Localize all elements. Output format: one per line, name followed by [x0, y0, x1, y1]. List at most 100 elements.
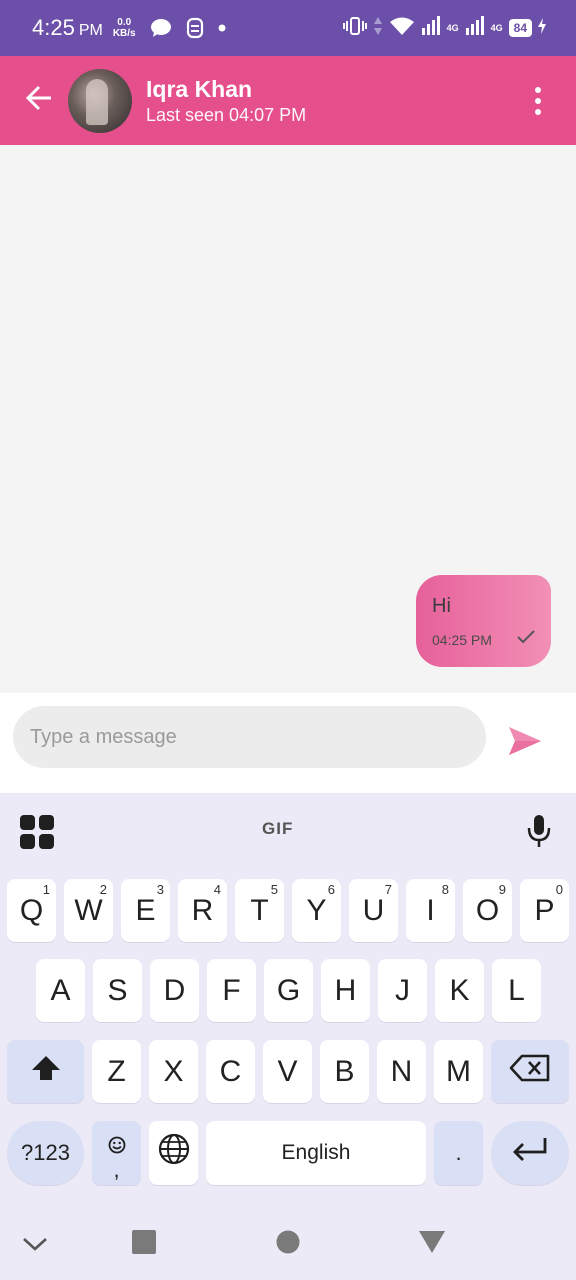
- key-c[interactable]: C: [206, 1040, 255, 1103]
- signal-2-icon: [465, 15, 485, 41]
- navigation-bar: [0, 1210, 576, 1280]
- key-number: 8: [441, 882, 449, 897]
- key-label: ?123: [21, 1140, 70, 1165]
- key-label: L: [508, 973, 525, 1007]
- emoji-comma-key[interactable]: ,: [92, 1121, 141, 1185]
- key-label: G: [276, 973, 301, 1007]
- key-number: 2: [99, 882, 107, 897]
- key-s[interactable]: S: [93, 959, 142, 1022]
- chevron-down-icon[interactable]: [22, 1236, 48, 1257]
- space-key[interactable]: English: [206, 1121, 426, 1185]
- key-label: F: [222, 973, 241, 1007]
- key-label: Y: [306, 893, 327, 927]
- key-j[interactable]: J: [378, 959, 427, 1022]
- key-label: T: [250, 893, 269, 927]
- shift-icon: [31, 1054, 61, 1090]
- status-time: 4:25 PM: [32, 15, 103, 41]
- language-key[interactable]: [149, 1121, 198, 1185]
- check-icon: [517, 630, 535, 649]
- key-e[interactable]: E3: [121, 879, 170, 942]
- key-label: O: [475, 893, 500, 927]
- key-u[interactable]: U7: [349, 879, 398, 942]
- key-label: U: [362, 893, 385, 927]
- contact-info[interactable]: Iqra Khan Last seen 04:07 PM: [146, 75, 306, 127]
- more-options-button[interactable]: [524, 84, 552, 118]
- charging-icon: [538, 17, 546, 39]
- keyboard-toolbar: GIF: [0, 793, 576, 871]
- key-label: ,: [113, 1157, 120, 1182]
- message-input[interactable]: [13, 706, 486, 768]
- chat-notification-icon: [150, 18, 172, 38]
- key-number: 3: [156, 882, 164, 897]
- key-d[interactable]: D: [150, 959, 199, 1022]
- battery-level: 84: [508, 19, 532, 37]
- keyboard: GIF Q1 W2 E3 R4 T5 Y6 U7 I8 O9 P0 A S D …: [0, 793, 576, 1280]
- send-button[interactable]: [503, 723, 547, 763]
- last-seen-status: Last seen 04:07 PM: [146, 104, 307, 125]
- send-icon: [507, 725, 543, 762]
- key-label: P: [534, 893, 555, 927]
- key-t[interactable]: T5: [235, 879, 284, 942]
- symbols-key[interactable]: ?123: [7, 1121, 84, 1185]
- key-label: C: [219, 1054, 242, 1088]
- key-number: 5: [270, 882, 278, 897]
- backspace-icon: [509, 1053, 551, 1091]
- recents-square-icon[interactable]: [132, 1230, 156, 1259]
- key-k[interactable]: K: [435, 959, 484, 1022]
- apps-grid-icon[interactable]: [20, 815, 54, 849]
- home-circle-icon[interactable]: [276, 1230, 300, 1259]
- key-z[interactable]: Z: [92, 1040, 141, 1103]
- signal-2-label: 4G: [490, 23, 503, 33]
- key-n[interactable]: N: [377, 1040, 426, 1103]
- key-a[interactable]: A: [36, 959, 85, 1022]
- key-number: 1: [42, 882, 50, 897]
- key-v[interactable]: V: [263, 1040, 312, 1103]
- shift-key[interactable]: [7, 1040, 84, 1103]
- key-x[interactable]: X: [149, 1040, 198, 1103]
- key-g[interactable]: G: [264, 959, 313, 1022]
- key-o[interactable]: O9: [463, 879, 512, 942]
- avatar[interactable]: [68, 68, 132, 133]
- gif-button[interactable]: GIF: [262, 819, 293, 839]
- key-h[interactable]: H: [321, 959, 370, 1022]
- notification-dot-icon: [218, 24, 226, 32]
- key-y[interactable]: Y6: [292, 879, 341, 942]
- key-label: J: [395, 973, 410, 1007]
- key-q[interactable]: Q1: [7, 879, 56, 942]
- key-number: 9: [498, 882, 506, 897]
- chat-area[interactable]: Hi 04:25 PM: [0, 145, 576, 693]
- key-r[interactable]: R4: [178, 879, 227, 942]
- key-number: 7: [384, 882, 392, 897]
- more-vertical-icon-dot: [535, 98, 541, 104]
- key-w[interactable]: W2: [64, 879, 113, 942]
- key-label: M: [446, 1054, 471, 1088]
- status-time-value: 4:25: [32, 15, 75, 40]
- key-l[interactable]: L: [492, 959, 541, 1022]
- key-m[interactable]: M: [434, 1040, 483, 1103]
- message-time: 04:25 PM: [432, 631, 492, 648]
- message-bubble-outgoing[interactable]: Hi 04:25 PM: [416, 575, 551, 667]
- period-key[interactable]: .: [434, 1121, 483, 1185]
- wifi-icon: [389, 16, 415, 41]
- more-vertical-icon-dot: [535, 109, 541, 115]
- key-label: V: [277, 1054, 298, 1088]
- key-label: W: [74, 893, 103, 927]
- signal-1-label: 4G: [446, 23, 459, 33]
- key-f[interactable]: F: [207, 959, 256, 1022]
- key-label: N: [390, 1054, 413, 1088]
- backspace-key[interactable]: [491, 1040, 569, 1103]
- message-text: Hi: [432, 595, 451, 617]
- back-triangle-icon[interactable]: [418, 1230, 446, 1259]
- key-i[interactable]: I8: [406, 879, 455, 942]
- status-bar: 4:25 PM 0.0 KB/s 4G 4G 84: [0, 0, 576, 56]
- key-p[interactable]: P0: [520, 879, 569, 942]
- key-b[interactable]: B: [320, 1040, 369, 1103]
- key-label: X: [163, 1054, 184, 1088]
- key-label: H: [334, 973, 357, 1007]
- enter-key[interactable]: [491, 1121, 569, 1185]
- back-button[interactable]: [16, 78, 62, 124]
- status-time-ampm: PM: [78, 22, 103, 39]
- microphone-icon[interactable]: [525, 813, 553, 849]
- key-label: K: [449, 973, 470, 1007]
- vibrate-icon: [342, 16, 367, 41]
